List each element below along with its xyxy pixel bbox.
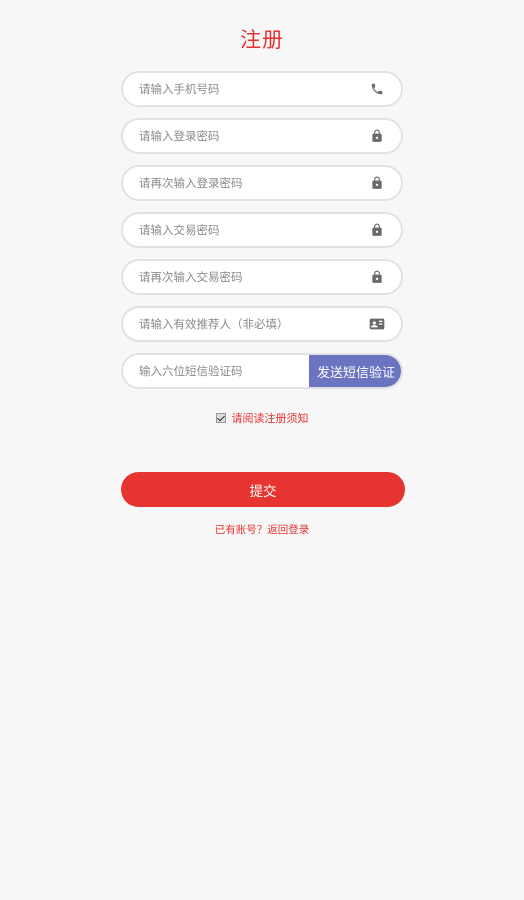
sms-code-field[interactable]: 发送短信验证	[121, 353, 403, 389]
trade-password-confirm-field[interactable]	[121, 259, 403, 295]
login-password-confirm-field[interactable]	[121, 165, 403, 201]
send-sms-button[interactable]: 发送短信验证	[309, 355, 401, 387]
agreement-checkbox[interactable]	[215, 413, 226, 423]
back-to-login-link[interactable]: 已有账号？返回登录	[0, 522, 524, 537]
page-title: 注册	[240, 28, 284, 52]
referrer-field[interactable]	[121, 306, 403, 342]
trade-password-input[interactable]	[123, 214, 353, 246]
trade-password-confirm-input[interactable]	[123, 261, 353, 293]
sms-code-input[interactable]	[123, 355, 303, 387]
lock-icon	[372, 176, 382, 189]
login-password-confirm-input[interactable]	[123, 167, 353, 199]
lock-icon	[372, 129, 382, 142]
id-card-icon	[369, 318, 385, 330]
referrer-input[interactable]	[123, 308, 353, 340]
agreement-row: 请阅读注册须知	[0, 410, 524, 426]
submit-button[interactable]: 提交	[121, 472, 405, 507]
lock-icon	[372, 270, 382, 283]
phone-icon	[371, 83, 383, 95]
lock-icon	[372, 223, 382, 236]
agreement-link[interactable]: 请阅读注册须知	[232, 410, 309, 426]
trade-password-field[interactable]	[121, 212, 403, 248]
phone-field[interactable]	[121, 71, 403, 107]
login-password-input[interactable]	[123, 120, 353, 152]
login-password-field[interactable]	[121, 118, 403, 154]
phone-input[interactable]	[123, 73, 353, 105]
